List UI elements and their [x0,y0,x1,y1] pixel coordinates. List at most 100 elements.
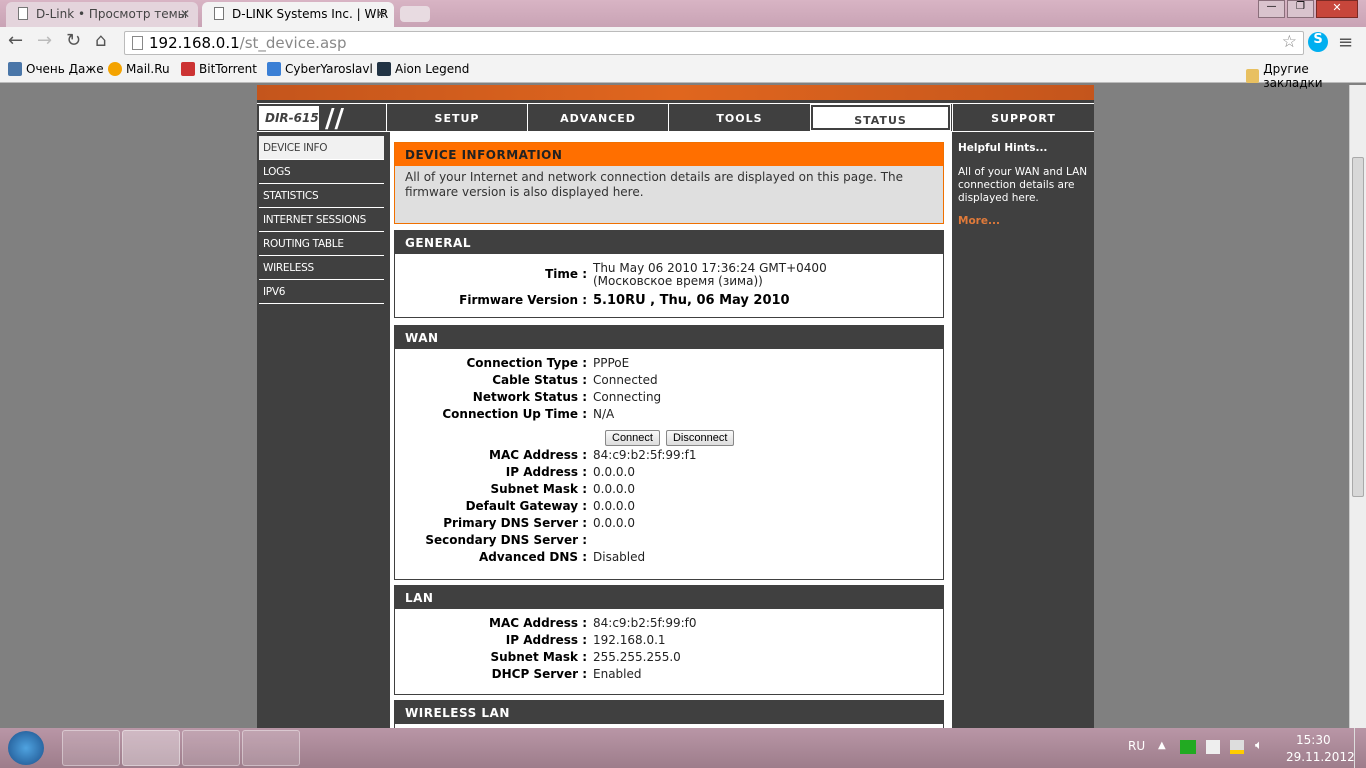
info-value: 0.0.0.0 [593,465,635,479]
page-icon [132,36,143,50]
more-link[interactable]: More... [958,215,1088,227]
info-label: Subnet Mask : [490,482,587,496]
sidebar-item-wireless[interactable]: WIRELESS [259,256,384,280]
other-bookmarks[interactable]: Другие закладки [1246,62,1366,90]
lan-section: LAN MAC Address : 84:c9:b2:5f:99:f0 IP Add… [394,585,944,695]
info-row: IP Address : 192.168.0.1 [395,632,943,649]
info-value: 84:c9:b2:5f:99:f1 [593,448,697,462]
bookmark-bittorrent[interactable]: BitTorrent [181,62,257,76]
show-hidden-icons[interactable]: ▲ [1158,740,1166,751]
scrollbar-thumb[interactable] [1352,157,1364,497]
main-content: DEVICE INFORMATION All of your Internet … [390,132,952,728]
sync-icon[interactable] [1180,740,1196,754]
bookmark-cyberyaroslavl[interactable]: CyberYaroslavl [267,62,373,76]
sidebar-item-routing-table[interactable]: ROUTING TABLE [259,232,384,256]
info-label: Default Gateway : [465,499,587,513]
taskbar: RU ▲ 🔈︎ 15:30 29.11.2012 [0,728,1366,768]
aion-icon [377,62,391,76]
info-value: Disabled [593,550,646,564]
info-value: 84:c9:b2:5f:99:f0 [593,616,697,630]
connect-button[interactable]: Connect [605,430,660,446]
firmware-value: 5.10RU , Thu, 06 May 2010 [593,293,790,308]
scrollbar[interactable] [1349,85,1366,728]
info-row: DHCP Server : Enabled [395,666,943,683]
menu-icon[interactable]: ≡ [1338,32,1353,53]
wan-buttons: Connect Disconnect [395,426,943,446]
info-row: Secondary DNS Server : [395,532,943,549]
info-row: MAC Address : 84:c9:b2:5f:99:f0 [395,615,943,632]
maximize-button[interactable]: ❐ [1287,0,1314,18]
sidebar-item-device-info[interactable]: DEVICE INFO [259,136,384,160]
info-label: Cable Status : [492,373,587,387]
sidebar-item-logs[interactable]: LOGS [259,160,384,184]
power-icon[interactable] [1206,740,1220,754]
show-desktop-button[interactable] [1354,728,1366,768]
sidebar-item-statistics[interactable]: STATISTICS [259,184,384,208]
star-icon[interactable]: ☆ [1282,32,1297,52]
tab-tools[interactable]: TOOLS [668,104,810,131]
url-path: /st_device.asp [239,34,347,52]
top-nav: DIR-615 // SETUP ADVANCED TOOLS STATUS S… [257,103,1094,134]
time-label: Time : [545,267,587,281]
sidebar-item-internet-sessions[interactable]: INTERNET SESSIONS [259,208,384,232]
chrome-icon[interactable] [122,730,180,766]
back-icon[interactable]: ← [8,30,23,51]
vk-icon [8,62,22,76]
section-description: All of your Internet and network connect… [405,170,904,199]
language-indicator[interactable]: RU [1128,739,1145,753]
info-value: Enabled [593,667,642,681]
tab-dlink-status[interactable]: D-LINK Systems Inc. | WIR ✕ [202,2,394,27]
info-label: Advanced DNS : [479,550,587,564]
sidebar-item-ipv6[interactable]: IPV6 [259,280,384,304]
info-row: Subnet Mask : 0.0.0.0 [395,481,943,498]
general-section: GENERAL Time : Thu May 06 2010 17:36:24 G… [394,230,944,318]
explorer-icon[interactable] [62,730,120,766]
aion-icon[interactable] [242,730,300,766]
bookmark-mailru[interactable]: Mail.Ru [108,62,170,76]
forward-icon[interactable]: → [37,30,52,51]
tab-dlink-forum[interactable]: D-Link • Просмотр темы ✕ [6,2,198,27]
info-label: Subnet Mask : [490,650,587,664]
close-window-button[interactable]: ✕ [1316,0,1358,18]
mailru-icon [108,62,122,76]
section-title: LAN [395,586,943,609]
info-label: Primary DNS Server : [443,516,587,530]
skype-icon[interactable]: S [1308,32,1328,52]
address-bar[interactable]: 192.168.0.1/st_device.asp ☆ [124,31,1304,55]
network-warning-icon[interactable] [1230,740,1244,754]
clock-time[interactable]: 15:30 [1296,733,1331,747]
minimize-button[interactable]: — [1258,0,1285,18]
reload-icon[interactable]: ↻ [66,30,81,51]
volume-icon[interactable]: 🔈︎ [1255,738,1263,753]
info-label: IP Address : [505,465,587,479]
info-label: Connection Up Time : [442,407,587,421]
tab-advanced[interactable]: ADVANCED [527,104,668,131]
acrobat-icon[interactable] [182,730,240,766]
section-title: WAN [395,326,943,349]
bittorrent-icon [181,62,195,76]
clock-date[interactable]: 29.11.2012 [1286,750,1355,764]
tab-setup[interactable]: SETUP [386,104,527,131]
bookmark-vk[interactable]: Очень Даже [8,62,104,76]
wan-section: WAN Connection Type : PPPoE Cable Status :… [394,325,944,580]
disconnect-button[interactable]: Disconnect [665,430,735,446]
info-row: Connection Up Time : N/A [395,406,943,423]
wireless-lan-section: WIRELESS LAN [394,700,944,728]
logo-slashes: // [325,104,344,134]
home-icon[interactable]: ⌂ [95,30,106,51]
folder-icon [1246,69,1260,83]
tab-support[interactable]: SUPPORT [952,104,1094,131]
firmware-label: Firmware Version : [459,293,587,307]
info-label: Secondary DNS Server : [425,533,587,547]
tab-status[interactable]: STATUS [810,104,951,131]
info-row: Advanced DNS : Disabled [395,549,943,566]
close-icon[interactable]: ✕ [180,7,190,21]
new-tab-button[interactable] [400,6,430,22]
info-row: Default Gateway : 0.0.0.0 [395,498,943,515]
time-value: Thu May 06 2010 17:36:24 GMT+0400 (Моско… [593,261,827,288]
start-button[interactable] [8,731,44,765]
bookmark-aion[interactable]: Aion Legend [377,62,469,76]
info-label: DHCP Server : [491,667,587,681]
close-icon[interactable]: ✕ [376,7,386,21]
info-value: 0.0.0.0 [593,516,635,530]
